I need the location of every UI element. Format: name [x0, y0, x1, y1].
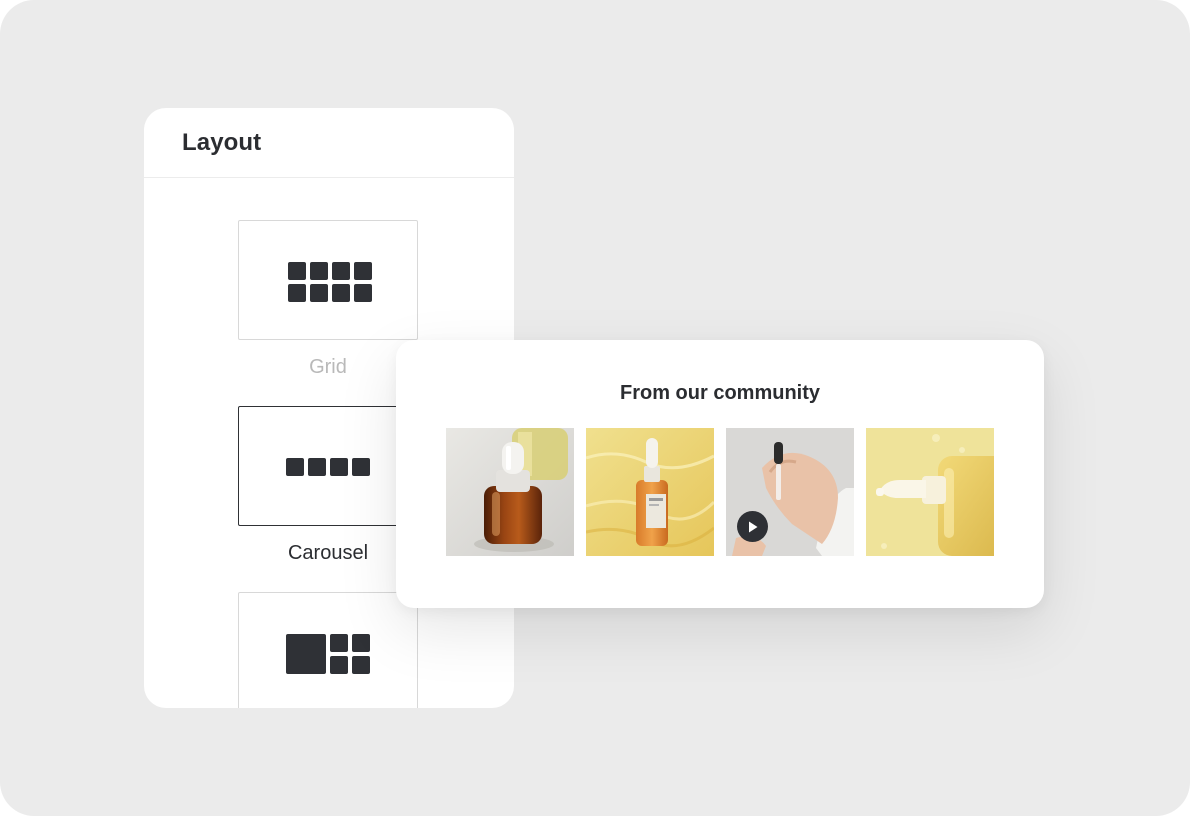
carousel-layout-icon — [286, 458, 372, 476]
layout-panel-title: Layout — [182, 128, 262, 156]
community-post-2[interactable] — [586, 428, 714, 556]
community-post-4[interactable] — [866, 428, 994, 556]
pump-bottle-photo — [866, 428, 994, 556]
layout-option-carousel-label: Carousel — [287, 542, 369, 564]
serum-bottle-photo — [586, 428, 714, 556]
layout-option-carousel[interactable] — [238, 406, 418, 526]
amber-bottle-photo — [446, 428, 574, 556]
layout-option-grid[interactable] — [238, 220, 418, 340]
layout-option-grid-label: Grid — [309, 356, 347, 378]
play-icon[interactable] — [737, 511, 768, 542]
community-preview-card: From our community — [396, 340, 1044, 608]
community-title: From our community — [619, 382, 820, 404]
page-background: Layout Grid Carousel From our community — [0, 0, 1190, 816]
community-post-3[interactable] — [726, 428, 854, 556]
grid-layout-icon — [288, 262, 374, 302]
layout-option-collage[interactable] — [238, 592, 418, 708]
layout-panel-header: Layout — [144, 108, 514, 178]
community-post-1[interactable] — [446, 428, 574, 556]
collage-layout-icon — [286, 634, 372, 674]
